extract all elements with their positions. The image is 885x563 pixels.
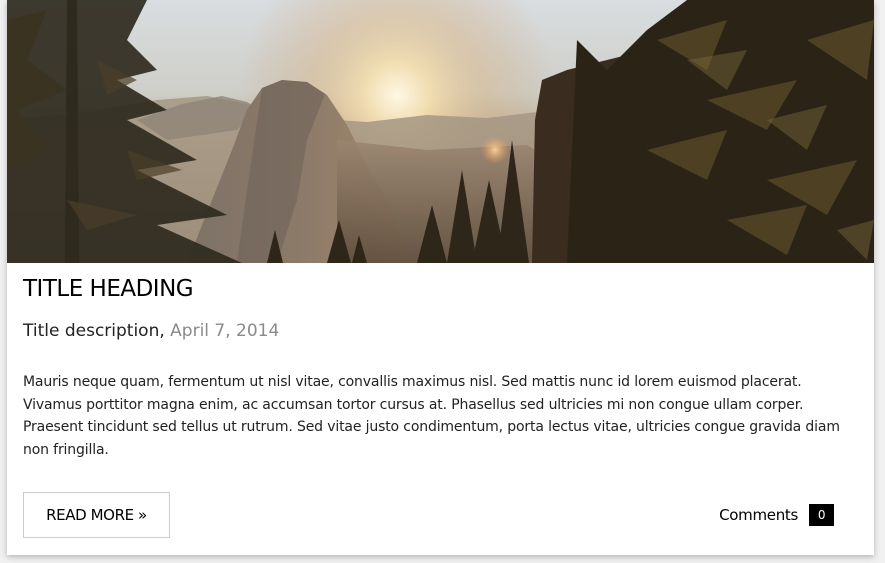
comments-link[interactable]: Comments 0 bbox=[719, 504, 834, 526]
comments-label: Comments bbox=[719, 506, 798, 524]
post-body: Mauris neque quam, fermentum ut nisl vit… bbox=[23, 374, 840, 458]
post-hero-image bbox=[7, 0, 874, 263]
post-description: Title description, bbox=[23, 321, 165, 341]
post-card: TITLE HEADING Title description, April 7… bbox=[7, 0, 874, 555]
post-title: TITLE HEADING bbox=[23, 276, 194, 302]
post-subtitle: Title description, April 7, 2014 bbox=[23, 321, 279, 341]
post-date: April 7, 2014 bbox=[170, 321, 280, 341]
comments-count-badge: 0 bbox=[809, 504, 834, 526]
read-more-button[interactable]: READ MORE » bbox=[23, 492, 170, 538]
